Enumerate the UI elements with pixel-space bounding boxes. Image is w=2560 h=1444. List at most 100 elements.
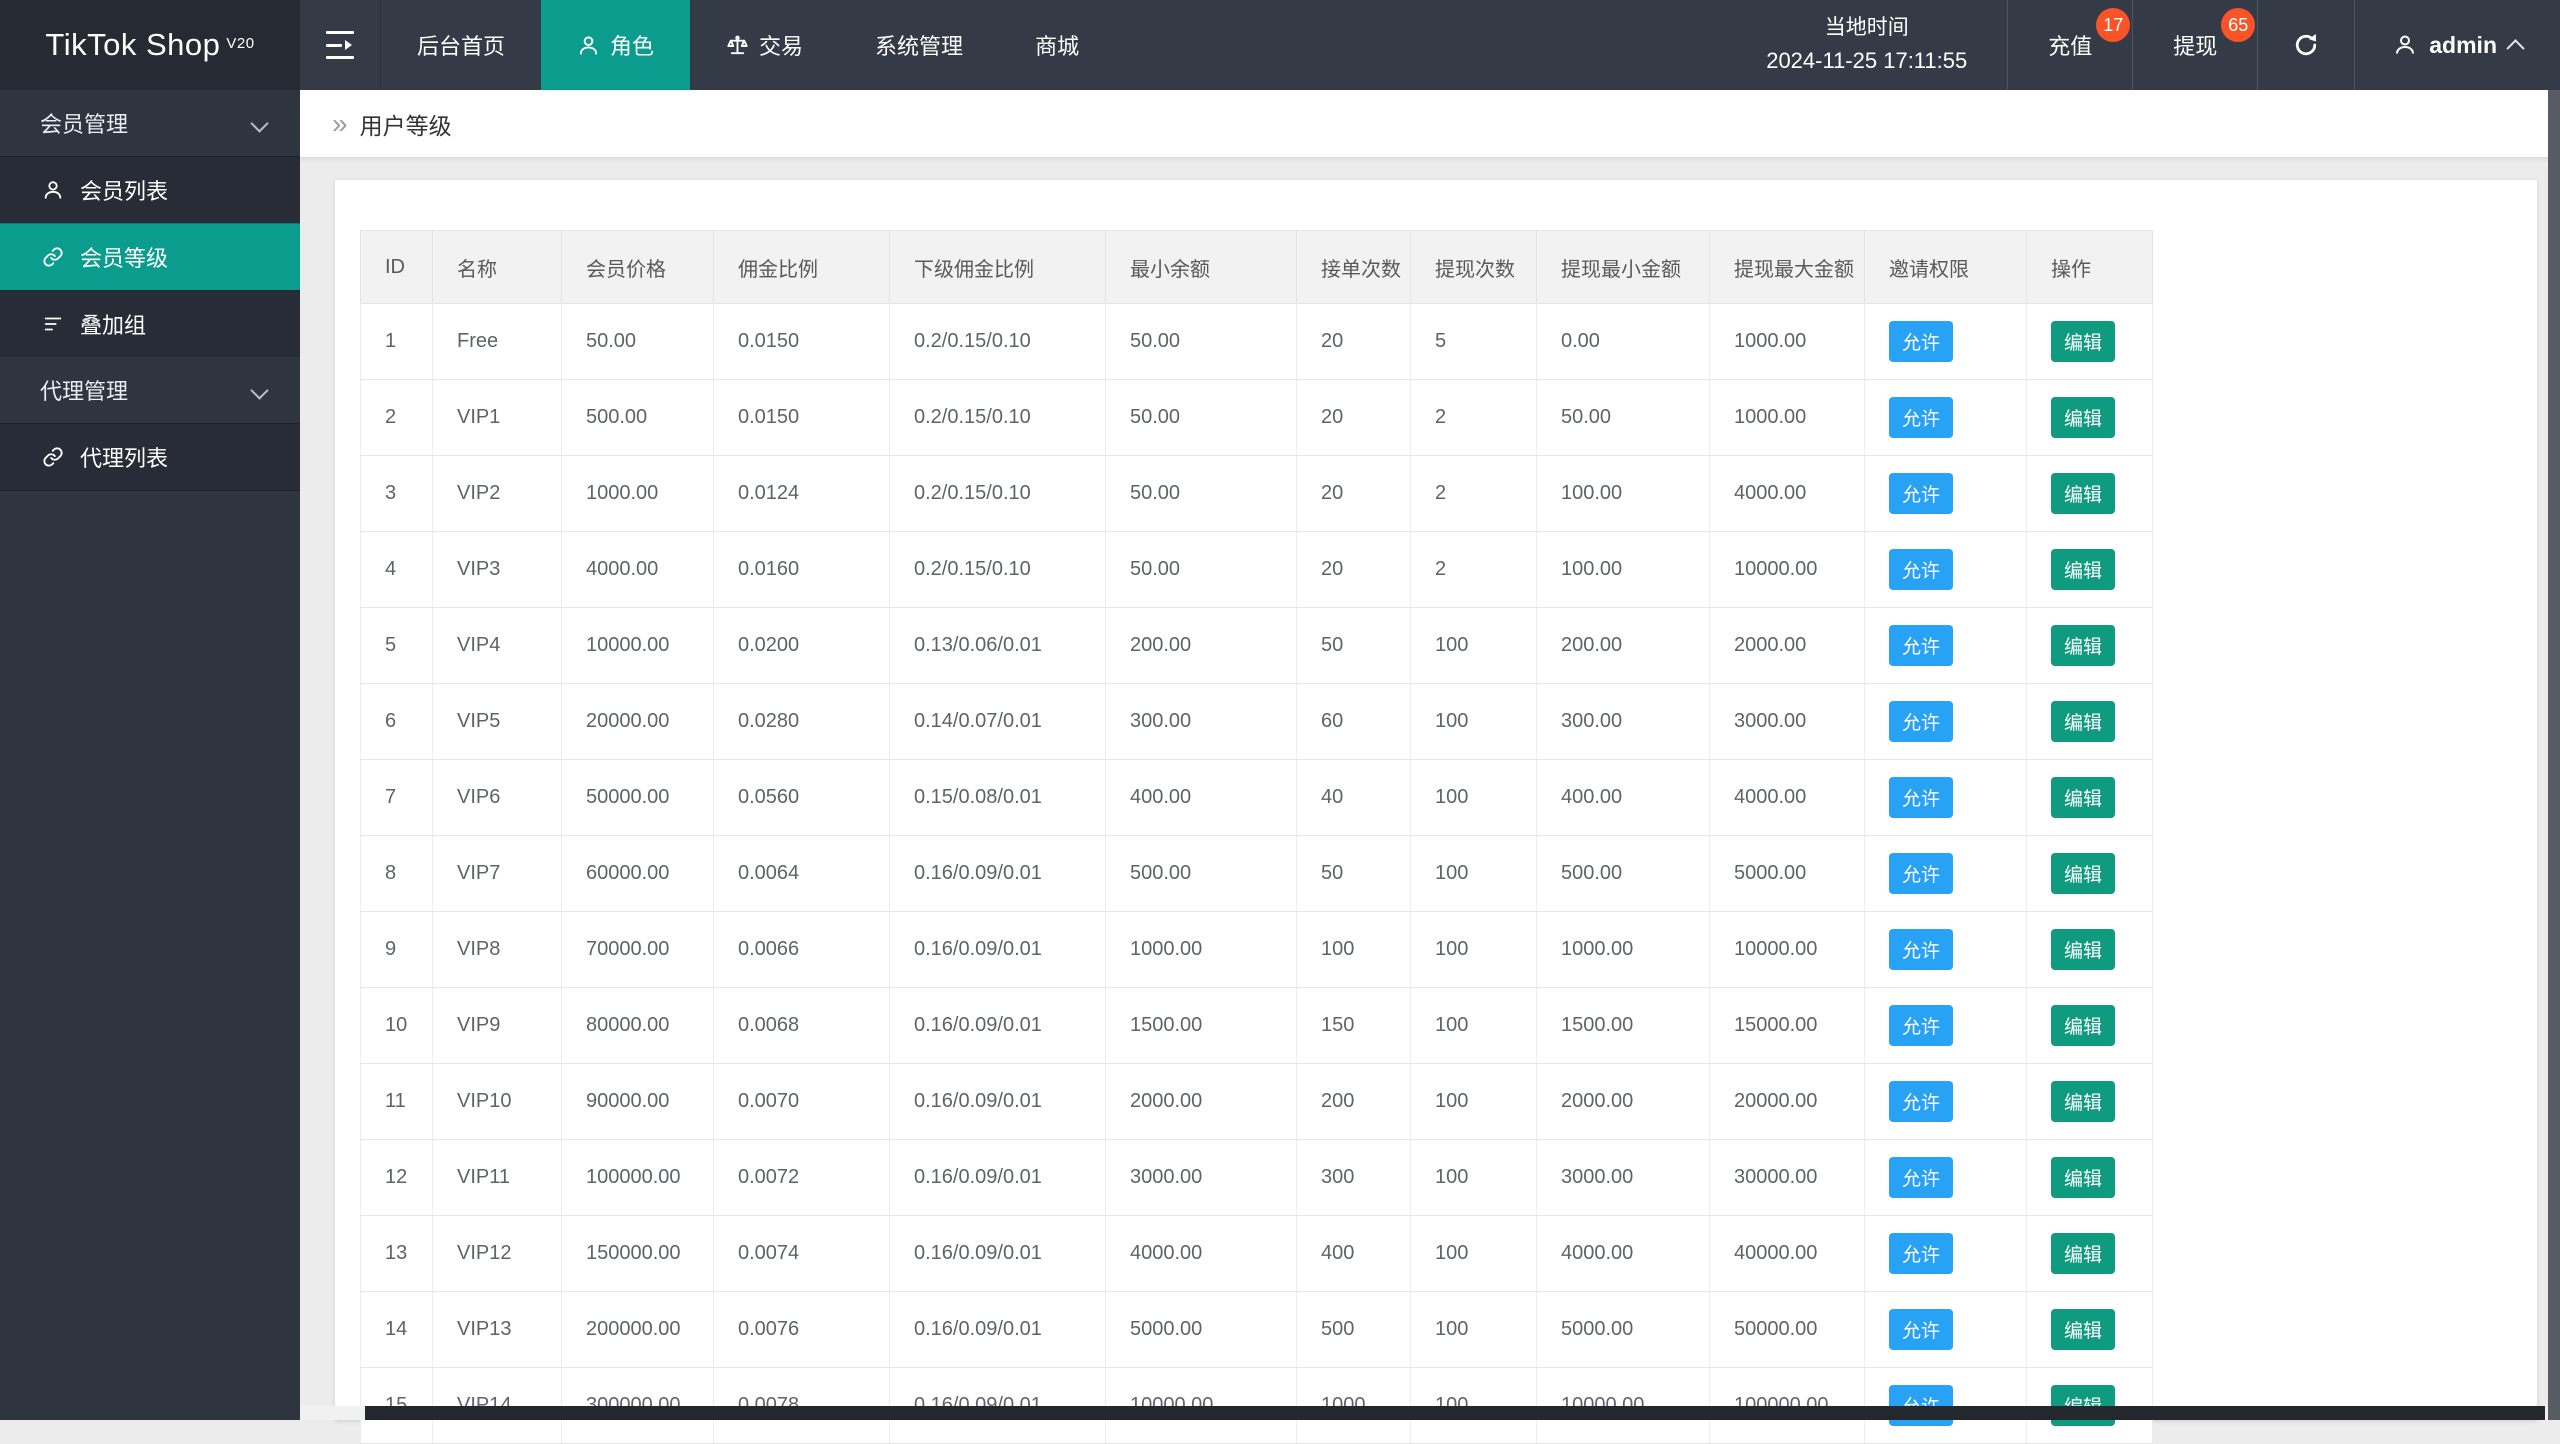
column-header-price: 会员价格 [561,230,714,304]
cell-id: 1 [360,303,433,380]
cell-commission: 0.0068 [713,987,890,1064]
withdraw-label: 提现 [2173,34,2218,59]
allow-button[interactable]: 允许 [1889,1157,1954,1198]
cell-price: 10000.00 [561,607,714,684]
sidebar-item-label: 代理列表 [80,446,169,471]
cell-withdraw-count: 100 [1410,1139,1537,1216]
column-header-order-count: 接单次数 [1296,230,1411,304]
allow-button[interactable]: 允许 [1889,1005,1954,1046]
admin-menu[interactable]: admin [2355,0,2560,90]
edit-button[interactable]: 编辑 [2051,397,2116,438]
horizontal-scrollbar-thumb[interactable] [365,1406,2545,1420]
group-agent-management[interactable]: 代理管理 [0,357,300,423]
cell-action: 编辑 [2026,531,2153,608]
edit-button[interactable]: 编辑 [2051,321,2116,362]
content-card: ID 名称 会员价格 佣金比例 下级佣金比例 最小余额 接单次数 提现次数 提现最小金额 提现最大… [335,180,2537,1444]
allow-button[interactable]: 允许 [1889,397,1954,438]
nav-item-label: 后台首页 [417,34,506,59]
refresh-icon [2296,33,2317,56]
cell-price: 50.00 [561,303,714,380]
cell-order-count: 200 [1296,1063,1411,1140]
cell-commission: 0.0560 [713,759,890,836]
allow-button[interactable]: 允许 [1889,473,1954,514]
withdraw-button[interactable]: 提现 65 [2133,0,2259,90]
allow-button[interactable]: 允许 [1889,1233,1954,1274]
edit-button[interactable]: 编辑 [2051,1081,2116,1122]
vertical-scrollbar-thumb[interactable] [2548,90,2560,1420]
allow-button[interactable]: 允许 [1889,321,1954,362]
cell-min-balance: 500.00 [1105,835,1297,912]
allow-button[interactable]: 允许 [1889,1081,1954,1122]
cell-withdraw-min: 300.00 [1536,683,1710,760]
tab-system[interactable]: 系统管理 [839,0,999,90]
cell-action: 编辑 [2026,1063,2153,1140]
refresh-button[interactable] [2258,0,2356,90]
edit-button[interactable]: 编辑 [2051,549,2116,590]
breadcrumb-arrow-icon: » [332,107,348,139]
cell-withdraw-min: 5000.00 [1536,1291,1710,1368]
column-header-action: 操作 [2026,230,2153,304]
nav-item-label: 商城 [1035,34,1080,59]
edit-button[interactable]: 编辑 [2051,777,2116,818]
allow-button[interactable]: 允许 [1889,625,1954,666]
chevron-down-icon [250,380,269,400]
cell-sub-commission: 0.16/0.09/0.01 [889,1215,1106,1292]
tab-mall[interactable]: 商城 [999,0,1115,90]
cell-order-count: 20 [1296,455,1411,532]
table-row: 14 VIP13 200000.00 0.0076 0.16/0.09/0.01 5000… [360,1291,2153,1368]
allow-button[interactable]: 允许 [1889,549,1954,590]
table-row: 8 VIP7 60000.00 0.0064 0.16/0.09/0.01 500.00 5… [360,835,2153,912]
cell-invite-permission: 允许 [1864,1215,2027,1292]
chevron-down-icon [250,113,269,133]
cell-price: 500.00 [561,379,714,456]
cell-invite-permission: 允许 [1864,759,2027,836]
horizontal-scrollbar[interactable] [300,1406,2560,1420]
edit-button[interactable]: 编辑 [2051,853,2116,894]
sidebar-item-label: 会员列表 [80,179,169,204]
group-member-management[interactable]: 会员管理 [0,90,300,156]
table-row: 11 VIP10 90000.00 0.0070 0.16/0.09/0.01 2000.… [360,1063,2153,1140]
sidebar-item-stack-group[interactable]: 叠加组 [0,290,300,357]
edit-button[interactable]: 编辑 [2051,1309,2116,1350]
edit-button[interactable]: 编辑 [2051,625,2116,666]
tab-dashboard[interactable]: 后台首页 [381,0,541,90]
allow-button[interactable]: 允许 [1889,1309,1954,1350]
table-row: 7 VIP6 50000.00 0.0560 0.15/0.08/0.01 400.00 4… [360,759,2153,836]
cell-price: 100000.00 [561,1139,714,1216]
top-nav-menu: 后台首页 角色 交易 系统管理 商城 [381,0,1115,90]
edit-button[interactable]: 编辑 [2051,1005,2116,1046]
cell-min-balance: 1000.00 [1105,911,1297,988]
recharge-button[interactable]: 充值 17 [2008,0,2134,90]
cell-action: 编辑 [2026,987,2153,1064]
allow-button[interactable]: 允许 [1889,929,1954,970]
sidebar-item-agent-list[interactable]: 代理列表 [0,423,300,491]
column-header-commission: 佣金比例 [713,230,890,304]
edit-button[interactable]: 编辑 [2051,473,2116,514]
cell-withdraw-max: 15000.00 [1709,987,1865,1064]
cell-withdraw-min: 100.00 [1536,531,1710,608]
allow-button[interactable]: 允许 [1889,853,1954,894]
cell-action: 编辑 [2026,683,2153,760]
edit-button[interactable]: 编辑 [2051,1233,2116,1274]
edit-button[interactable]: 编辑 [2051,929,2116,970]
cell-price: 60000.00 [561,835,714,912]
edit-button[interactable]: 编辑 [2051,1157,2116,1198]
sidebar-item-member-level[interactable]: 会员等级 [0,223,300,290]
sidebar-toggle-button[interactable] [300,0,381,90]
cell-sub-commission: 0.16/0.09/0.01 [889,835,1106,912]
sidebar-item-member-list[interactable]: 会员列表 [0,156,300,223]
allow-button[interactable]: 允许 [1889,701,1954,742]
cell-invite-permission: 允许 [1864,987,2027,1064]
vertical-scrollbar[interactable] [2548,90,2560,1420]
page-title: 用户等级 [359,112,452,139]
cell-price: 90000.00 [561,1063,714,1140]
scale-icon [727,35,748,54]
cell-id: 10 [360,987,433,1064]
edit-button[interactable]: 编辑 [2051,701,2116,742]
allow-button[interactable]: 允许 [1889,777,1954,818]
tab-trade[interactable]: 交易 [690,0,839,90]
tab-roles[interactable]: 角色 [541,0,691,90]
app-logo: TikTok Shop V20 [0,0,300,90]
sidebar-item-label: 叠加组 [80,313,147,338]
link-icon [43,447,63,467]
